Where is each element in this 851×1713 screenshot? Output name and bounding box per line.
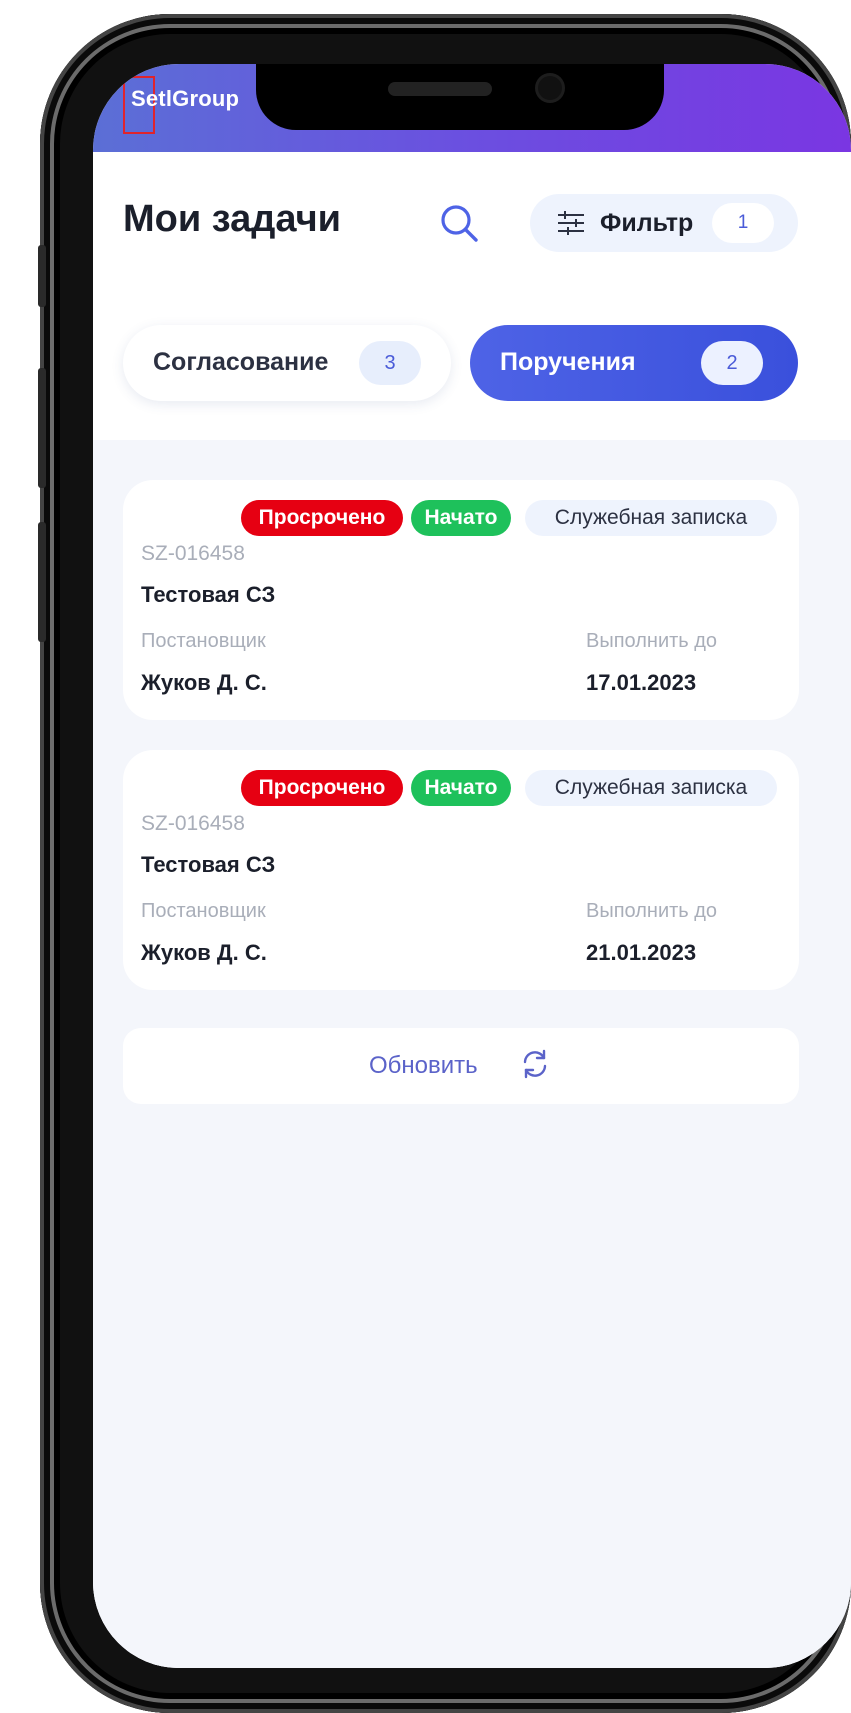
due-date: 17.01.2023 bbox=[586, 670, 697, 695]
refresh-button[interactable]: Обновить bbox=[123, 1028, 799, 1104]
refresh-icon bbox=[519, 1048, 551, 1080]
search-icon[interactable] bbox=[438, 202, 482, 246]
speaker bbox=[388, 82, 492, 96]
front-camera bbox=[538, 76, 562, 100]
tab-approval-count: 3 bbox=[359, 341, 421, 385]
due-date: 21.01.2023 bbox=[586, 940, 697, 965]
assigner-name: Жуков Д. С. bbox=[141, 940, 267, 965]
filter-label: Фильтр bbox=[600, 209, 694, 237]
task-title: Тестовая СЗ bbox=[141, 852, 276, 877]
status-badge-started: Начато bbox=[411, 770, 511, 806]
assigner-label: Постановщик bbox=[141, 900, 266, 922]
task-card[interactable]: Просрочено Начато Служебная записка SZ-0… bbox=[123, 750, 799, 990]
main-content: Мои задачи Фильтр 1 Согласование 3 Поруч… bbox=[93, 152, 851, 1668]
screen: SetlGroup Мои задачи Фильтр 1 Согласован… bbox=[93, 64, 851, 1668]
task-code: SZ-016458 bbox=[141, 812, 245, 835]
tab-orders-label: Поручения bbox=[500, 348, 636, 376]
phone-side-button bbox=[38, 245, 46, 307]
tab-approval[interactable]: Согласование 3 bbox=[123, 325, 451, 401]
filter-count-badge: 1 bbox=[712, 203, 774, 243]
status-bar: SetlGroup bbox=[93, 64, 851, 152]
due-label: Выполнить до bbox=[586, 630, 718, 652]
task-code: SZ-016458 bbox=[141, 542, 245, 565]
refresh-label: Обновить bbox=[369, 1052, 478, 1079]
page-title: Мои задачи bbox=[123, 198, 342, 240]
tab-approval-label: Согласование bbox=[153, 348, 329, 376]
task-title: Тестовая СЗ bbox=[141, 582, 276, 607]
filter-button[interactable]: Фильтр 1 bbox=[530, 194, 798, 252]
document-type-badge: Служебная записка bbox=[525, 770, 777, 806]
task-list: Просрочено Начато Служебная записка SZ-0… bbox=[93, 440, 851, 1668]
tab-orders-count: 2 bbox=[701, 341, 763, 385]
brand-logo: SetlGroup bbox=[131, 86, 240, 111]
assigner-name: Жуков Д. С. bbox=[141, 670, 267, 695]
task-card[interactable]: Просрочено Начато Служебная записка SZ-0… bbox=[123, 480, 799, 720]
tab-orders[interactable]: Поручения 2 bbox=[470, 325, 798, 401]
phone-volume-up bbox=[38, 368, 46, 488]
phone-volume-down bbox=[38, 522, 46, 642]
filter-sliders-icon bbox=[556, 211, 586, 235]
notch bbox=[256, 64, 664, 130]
document-type-badge: Служебная записка bbox=[525, 500, 777, 536]
assigner-label: Постановщик bbox=[141, 630, 266, 652]
due-label: Выполнить до bbox=[586, 900, 718, 922]
page-header: Мои задачи Фильтр 1 Согласование 3 Поруч… bbox=[93, 152, 851, 440]
status-badge-started: Начато bbox=[411, 500, 511, 536]
status-badge-overdue: Просрочено bbox=[241, 770, 403, 806]
status-badge-overdue: Просрочено bbox=[241, 500, 403, 536]
